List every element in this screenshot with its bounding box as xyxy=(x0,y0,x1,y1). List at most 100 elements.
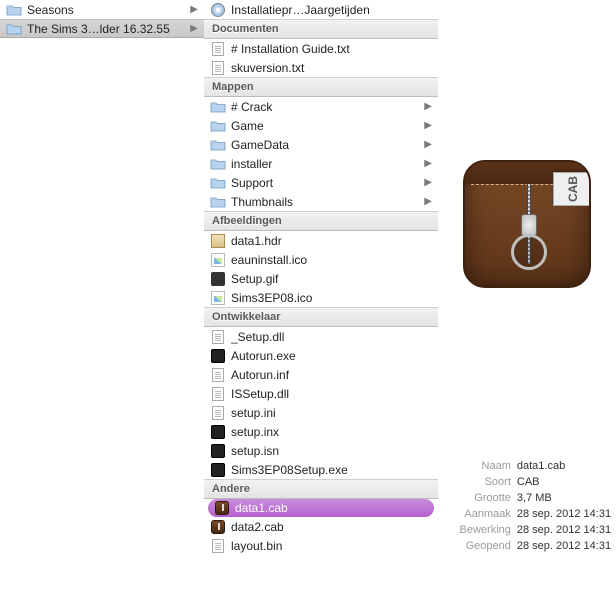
file-row[interactable]: setup.isn xyxy=(204,441,438,460)
file-row[interactable]: Sims3EP08Setup.exe xyxy=(204,460,438,479)
preview-metadata: Naamdata1.cab SoortCAB Grootte3,7 MB Aan… xyxy=(443,458,611,554)
row-label: data1.hdr xyxy=(231,234,436,248)
row-label: eauninstall.ico xyxy=(231,253,436,267)
row-label: The Sims 3…lder 16.32.55 xyxy=(27,22,185,36)
folder-icon xyxy=(210,175,226,191)
folder-row[interactable]: GameData ▶ xyxy=(204,135,438,154)
img-ico-icon xyxy=(210,252,226,268)
file-row[interactable]: data2.cab xyxy=(204,517,438,536)
box-ico-icon xyxy=(210,233,226,249)
section-header: Ontwikkelaar xyxy=(204,307,438,327)
preview-box: CAB Naamdata1.cab SoortCAB Grootte3,7 MB… xyxy=(438,0,616,554)
file-row[interactable]: Setup.gif xyxy=(204,269,438,288)
file-row[interactable]: setup.ini xyxy=(204,403,438,422)
row-label: _Setup.dll xyxy=(231,330,436,344)
chevron-right-icon: ▶ xyxy=(424,139,436,150)
folder-icon xyxy=(210,156,226,172)
folder-row[interactable]: Support ▶ xyxy=(204,173,438,192)
row-label: data1.cab xyxy=(235,501,432,515)
row-label: Thumbnails xyxy=(231,195,419,209)
chevron-right-icon: ▶ xyxy=(424,101,436,112)
row-label: data2.cab xyxy=(231,520,436,534)
row-label: Game xyxy=(231,119,419,133)
folder-icon xyxy=(6,21,22,37)
row-label: setup.isn xyxy=(231,444,436,458)
meta-row-modified: Bewerking28 sep. 2012 14:31 xyxy=(443,522,611,538)
row-label: Sims3EP08Setup.exe xyxy=(231,463,436,477)
row-label: Autorun.exe xyxy=(231,349,436,363)
row-label: Sims3EP08.ico xyxy=(231,291,436,305)
row-label: setup.inx xyxy=(231,425,436,439)
row-label: installer xyxy=(231,157,419,171)
exe-ico-icon xyxy=(210,462,226,478)
chevron-right-icon: ▶ xyxy=(424,196,436,207)
file-row[interactable]: setup.inx xyxy=(204,422,438,441)
exe-ico-icon xyxy=(210,443,226,459)
chevron-right-icon: ▶ xyxy=(190,23,202,34)
section-header: Andere xyxy=(204,479,438,499)
cab-small-icon xyxy=(214,500,230,516)
row-label: GameData xyxy=(231,138,419,152)
file-row[interactable]: eauninstall.ico xyxy=(204,250,438,269)
file-row[interactable]: # Installation Guide.txt xyxy=(204,39,438,58)
row-label: ISSetup.dll xyxy=(231,387,436,401)
folder-row[interactable]: # Crack ▶ xyxy=(204,97,438,116)
section-header: Mappen xyxy=(204,77,438,97)
file-row[interactable]: skuversion.txt xyxy=(204,58,438,77)
meta-row-kind: SoortCAB xyxy=(443,474,611,490)
section-header: Afbeeldingen xyxy=(204,211,438,231)
chevron-right-icon: ▶ xyxy=(190,4,202,15)
page-ico-icon xyxy=(210,329,226,345)
exe-ico-icon xyxy=(210,424,226,440)
chevron-right-icon: ▶ xyxy=(424,158,436,169)
chevron-right-icon: ▶ xyxy=(424,177,436,188)
page-ico-icon xyxy=(210,60,226,76)
folder-row[interactable]: Thumbnails ▶ xyxy=(204,192,438,211)
row-label: Autorun.inf xyxy=(231,368,436,382)
file-row[interactable]: Sims3EP08.ico xyxy=(204,288,438,307)
chevron-right-icon: ▶ xyxy=(424,120,436,131)
file-row[interactable]: Autorun.exe xyxy=(204,346,438,365)
file-row[interactable]: Installatiepr…Jaargetijden xyxy=(204,0,438,19)
meta-row-size: Grootte3,7 MB xyxy=(443,490,611,506)
row-label: Setup.gif xyxy=(231,272,436,286)
folder-icon xyxy=(210,137,226,153)
row-label: skuversion.txt xyxy=(231,61,436,75)
row-label: layout.bin xyxy=(231,539,436,553)
file-row[interactable]: ISSetup.dll xyxy=(204,384,438,403)
file-row[interactable]: layout.bin xyxy=(204,536,438,555)
page-ico-icon xyxy=(210,386,226,402)
preview-column: CAB Naamdata1.cab SoortCAB Grootte3,7 MB… xyxy=(438,0,616,605)
img-ico-icon xyxy=(210,290,226,306)
page-ico-icon xyxy=(210,41,226,57)
page-ico-icon xyxy=(210,538,226,554)
folder-row[interactable]: Seasons ▶ xyxy=(0,0,204,19)
file-row[interactable]: Autorun.inf xyxy=(204,365,438,384)
cab-small-icon xyxy=(210,519,226,535)
file-row[interactable]: data1.hdr xyxy=(204,231,438,250)
gif-ico-icon xyxy=(210,271,226,287)
row-label: # Crack xyxy=(231,100,419,114)
meta-row-name: Naamdata1.cab xyxy=(443,458,611,474)
disc-ico-icon xyxy=(210,2,226,18)
section-header: Documenten xyxy=(204,19,438,39)
preview-icon-cab: CAB xyxy=(463,160,591,288)
row-label: # Installation Guide.txt xyxy=(231,42,436,56)
column-1: Seasons ▶ The Sims 3…lder 16.32.55 ▶ xyxy=(0,0,204,605)
folder-icon xyxy=(6,2,22,18)
file-row[interactable]: _Setup.dll xyxy=(204,327,438,346)
folder-icon xyxy=(210,118,226,134)
folder-icon xyxy=(210,194,226,210)
folder-row[interactable]: installer ▶ xyxy=(204,154,438,173)
row-label: Support xyxy=(231,176,419,190)
row-label: Seasons xyxy=(27,3,185,17)
meta-row-opened: Geopend28 sep. 2012 14:31 xyxy=(443,538,611,554)
folder-icon xyxy=(210,99,226,115)
cab-tag: CAB xyxy=(553,172,591,206)
page-ico-icon xyxy=(210,405,226,421)
folder-row[interactable]: Game ▶ xyxy=(204,116,438,135)
file-row[interactable]: data1.cab xyxy=(208,499,434,517)
folder-row[interactable]: The Sims 3…lder 16.32.55 ▶ xyxy=(0,19,204,38)
row-label: setup.ini xyxy=(231,406,436,420)
page-ico-icon xyxy=(210,367,226,383)
